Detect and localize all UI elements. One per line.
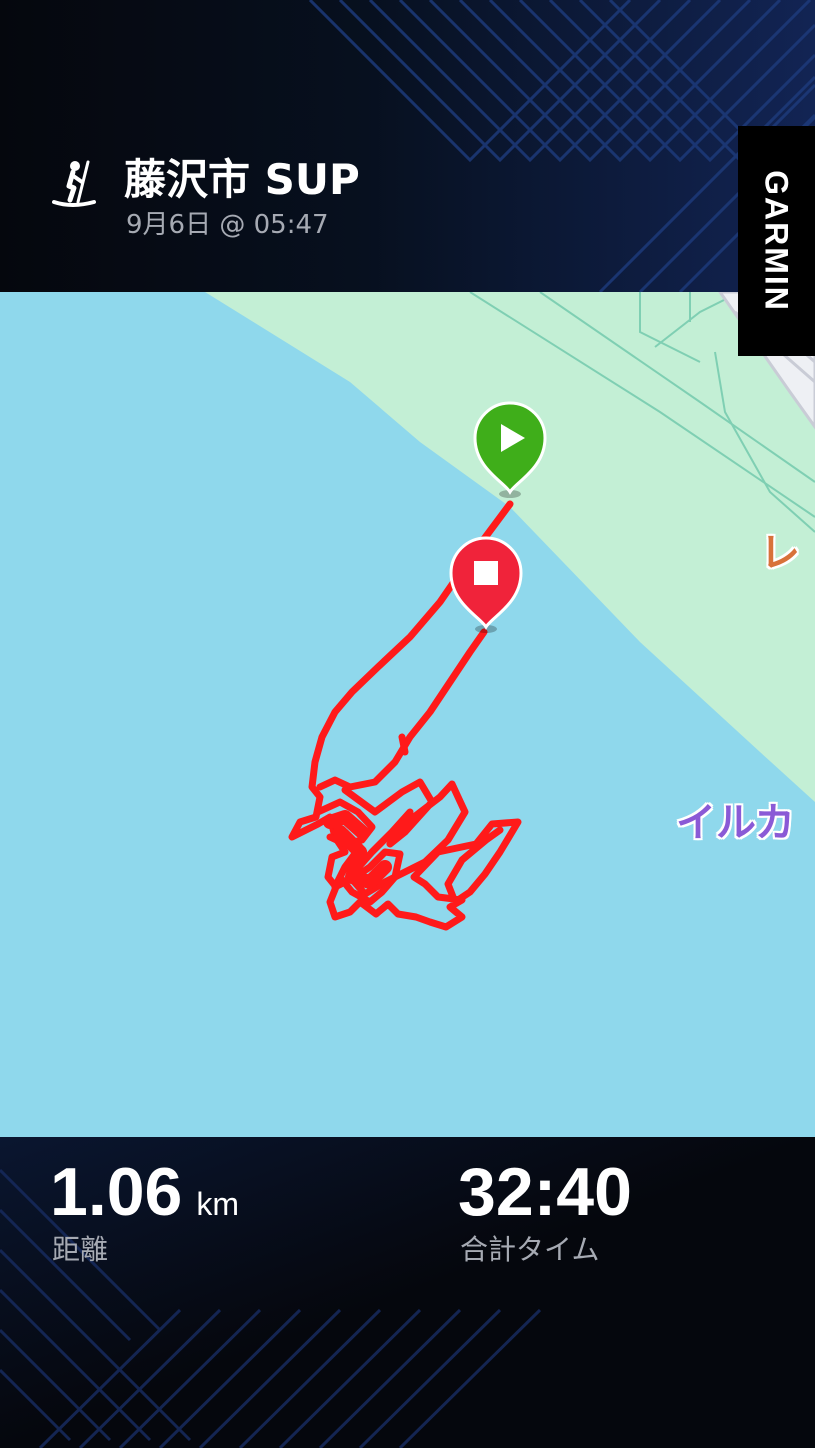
distance-label: 距離 bbox=[52, 1233, 109, 1266]
distance-value-row: 1.06 km bbox=[50, 1155, 239, 1241]
garmin-logo: GARMIN bbox=[758, 170, 795, 312]
total-time-label: 合計タイム bbox=[460, 1233, 600, 1266]
total-time-value: 32:40 bbox=[458, 1154, 632, 1230]
map-place-label: イルカ bbox=[676, 800, 795, 846]
activity-share-card: 藤沢市 SUP 9月6日 @ 05:47 GARMIN レ イルカ 1.06 k… bbox=[0, 0, 815, 1448]
activity-stats: 1.06 km 距離 32:40 合計タイム bbox=[0, 1137, 815, 1448]
distance-value: 1.06 bbox=[50, 1154, 183, 1230]
distance-unit: km bbox=[196, 1186, 240, 1222]
activity-header: 藤沢市 SUP 9月6日 @ 05:47 bbox=[0, 0, 815, 292]
activity-datetime: 9月6日 @ 05:47 bbox=[126, 210, 329, 240]
garmin-logo-tab: GARMIN bbox=[738, 126, 815, 356]
map-place-label: レ bbox=[760, 530, 800, 576]
activity-title: 藤沢市 SUP bbox=[124, 155, 360, 204]
map-canvas bbox=[205, 292, 815, 931]
end-marker-icon bbox=[449, 536, 523, 633]
route-map[interactable]: レ イルカ bbox=[0, 292, 815, 1137]
sup-paddleboard-icon bbox=[52, 160, 96, 207]
